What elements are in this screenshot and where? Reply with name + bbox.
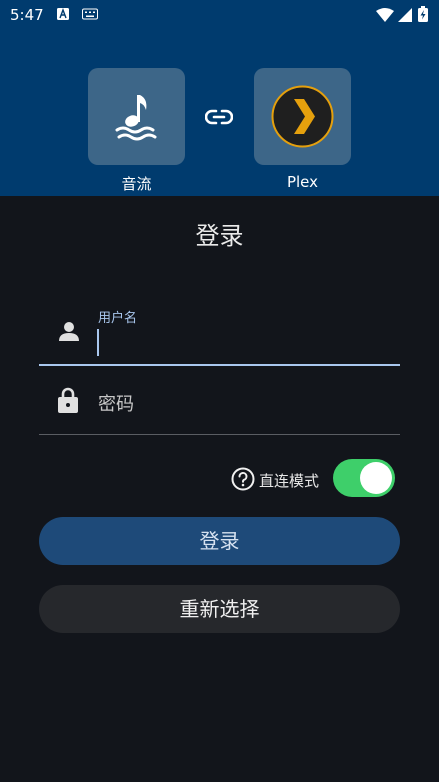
username-underline <box>39 364 400 366</box>
keyboard-icon <box>82 8 98 20</box>
music-note-wave-icon <box>115 95 157 141</box>
status-time: 5:47 <box>10 6 44 24</box>
login-button[interactable]: 登录 <box>39 517 400 565</box>
direct-mode-switch[interactable] <box>333 459 395 497</box>
password-placeholder: 密码 <box>98 394 134 415</box>
target-app-tile[interactable] <box>254 68 351 165</box>
link-icon <box>205 109 233 125</box>
header-panel: 5:47 音流 Plex <box>0 0 439 196</box>
app-notification-icon <box>57 8 69 20</box>
person-icon <box>59 322 79 341</box>
text-caret <box>97 329 99 356</box>
wifi-icon <box>376 8 394 22</box>
target-app-label: Plex <box>286 173 319 191</box>
source-app-tile[interactable] <box>88 68 185 165</box>
battery-charging-icon <box>418 6 428 22</box>
plex-chevron-icon <box>271 85 334 148</box>
direct-mode-label: 直连模式 <box>259 472 320 490</box>
switch-knob <box>360 462 392 494</box>
password-field[interactable]: 密码 <box>39 382 400 436</box>
status-bar: 5:47 <box>0 0 439 30</box>
direct-mode-row: 直连模式 <box>229 459 399 499</box>
page-title: 登录 <box>195 222 244 250</box>
reselect-button[interactable]: 重新选择 <box>39 585 400 633</box>
lock-icon <box>58 387 78 413</box>
help-circle-icon[interactable] <box>231 467 255 491</box>
username-field[interactable]: 用户名 <box>39 307 400 367</box>
password-underline <box>39 434 400 435</box>
signal-icon <box>398 8 412 22</box>
username-label: 用户名 <box>98 311 138 326</box>
source-app-label: 音流 <box>121 175 152 193</box>
